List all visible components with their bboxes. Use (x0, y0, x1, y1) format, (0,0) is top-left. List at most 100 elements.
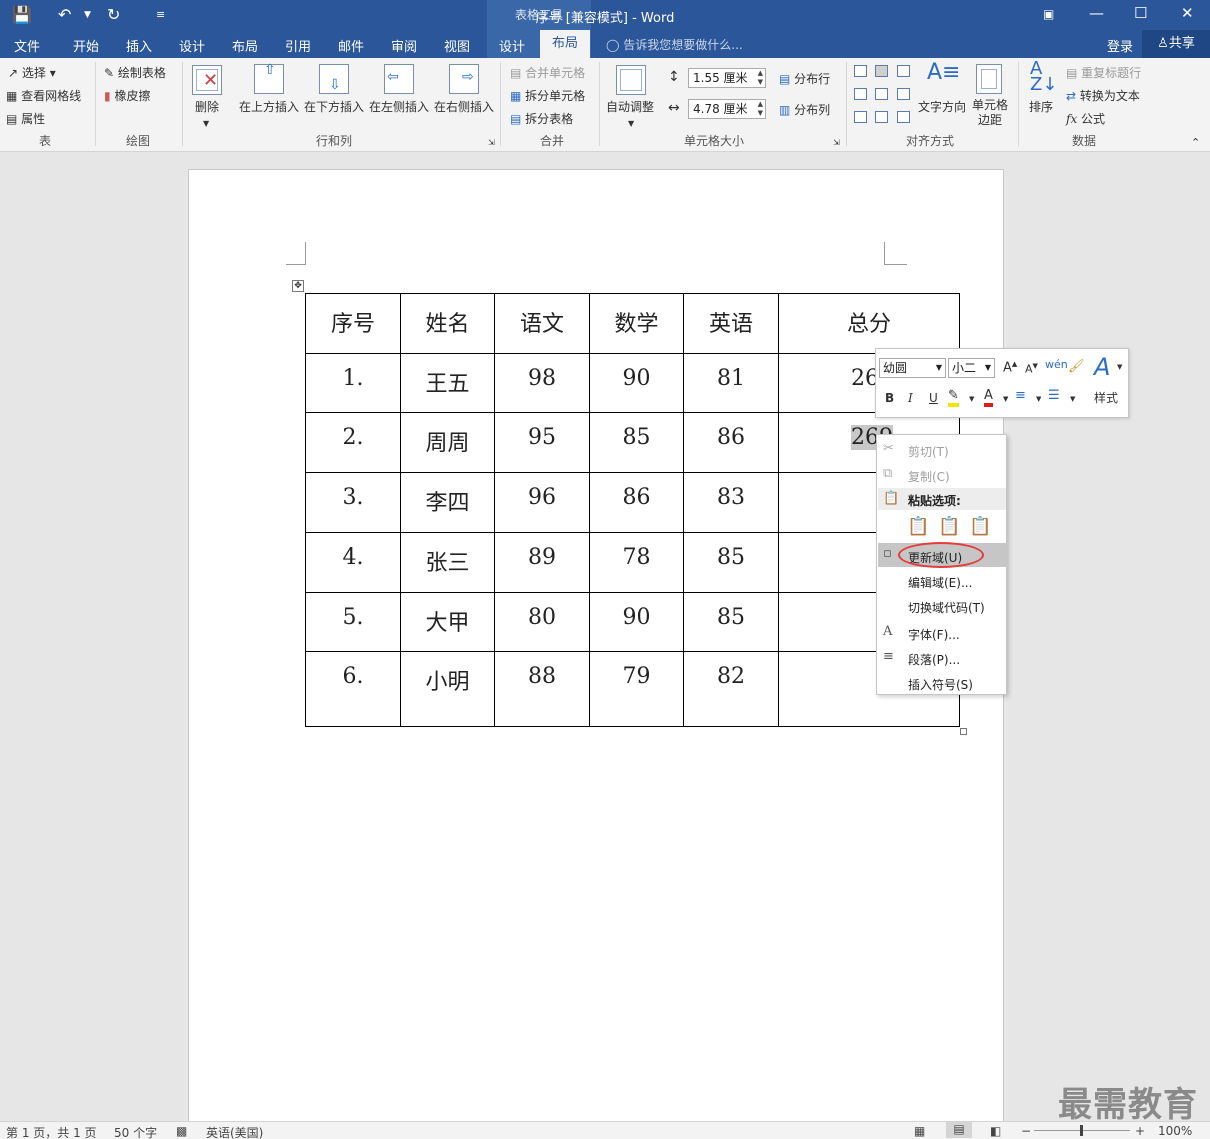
styles-label[interactable]: 样式 (1094, 389, 1118, 406)
align-bottom-right-icon[interactable] (897, 111, 910, 123)
table-cell[interactable]: 83 (683, 472, 779, 533)
split-table-button[interactable]: ▤ 拆分表格 (510, 110, 573, 127)
table-cell[interactable]: 86 (683, 412, 779, 473)
table-cell[interactable]: 85 (683, 532, 779, 593)
table-cell[interactable]: 王五 (400, 353, 495, 413)
phonetic-guide-icon[interactable]: wén (1045, 358, 1068, 371)
formula-button[interactable]: fx 公式 (1066, 110, 1105, 127)
close-icon[interactable]: ✕ (1181, 4, 1194, 22)
zoom-level[interactable]: 100% (1158, 1124, 1192, 1138)
menu-item-copy[interactable]: 复制(C) (908, 468, 950, 485)
zoom-in-icon[interactable]: + (1135, 1124, 1145, 1138)
styles-dropdown-icon[interactable]: ▼ (1117, 363, 1122, 371)
table-resize-handle[interactable] (960, 728, 967, 735)
menu-item-paragraph[interactable]: 段落(P)... (908, 651, 960, 668)
merge-cells-button[interactable]: ▤ 合并单元格 (510, 64, 585, 81)
convert-to-text-button[interactable]: ⇄ 转换为文本 (1066, 87, 1140, 104)
align-top-left-icon[interactable] (854, 65, 867, 77)
zoom-out-icon[interactable]: − (1021, 1124, 1031, 1138)
autofit-icon[interactable] (616, 65, 646, 95)
row-height-field[interactable]: 1.55 厘米 ▲ ▼ (688, 68, 766, 88)
table-cell[interactable]: 78 (589, 532, 684, 593)
menu-item-edit-field[interactable]: 编辑域(E)... (908, 574, 972, 591)
tab-file[interactable]: 文件 (14, 36, 40, 55)
table-cell[interactable]: 李四 (400, 472, 495, 533)
table-cell[interactable]: 大甲 (400, 592, 495, 652)
shrink-font-icon[interactable]: A▼ (1025, 362, 1038, 376)
select-button[interactable]: ↗ 选择 ▾ (8, 64, 56, 81)
table-cell[interactable]: 周周 (400, 412, 495, 473)
table-cell[interactable]: 82 (683, 651, 779, 727)
cell-size-launcher-icon[interactable]: ⇲ (833, 138, 840, 147)
font-size-select[interactable]: 小二 ▼ (948, 358, 995, 378)
header-cell[interactable]: 数学 (589, 293, 684, 354)
header-cell[interactable]: 英语 (683, 293, 779, 354)
tell-me-search[interactable]: ◯ 告诉我您想要做什么... (606, 36, 743, 53)
italic-button[interactable]: I (908, 391, 913, 405)
underline-button[interactable]: U (929, 391, 938, 405)
table-cell[interactable]: 86 (589, 472, 684, 533)
font-color-icon[interactable]: A (984, 388, 993, 407)
tab-design[interactable]: 设计 (179, 36, 205, 55)
share-button[interactable]: ♙共享 (1142, 30, 1210, 58)
table-cell[interactable]: 90 (589, 353, 684, 413)
menu-item-insert-symbol[interactable]: 插入符号(S) (908, 676, 973, 693)
table-cell[interactable]: 6. (305, 651, 401, 727)
grow-font-icon[interactable]: A▲ (1003, 360, 1017, 375)
table-cell[interactable]: 85 (683, 592, 779, 652)
bullets-icon[interactable]: ≡ (1015, 388, 1026, 403)
cell-margins-icon[interactable] (976, 64, 1002, 94)
view-gridlines-button[interactable]: ▦ 查看网格线 (6, 87, 81, 104)
insert-right-button[interactable]: 在右侧插入 (434, 98, 494, 115)
web-layout-icon[interactable]: ◧ (990, 1124, 1001, 1138)
align-middle-left-icon[interactable] (854, 88, 867, 100)
autofit-button[interactable]: 自动调整 ▼ (606, 98, 654, 129)
menu-item-toggle-field-codes[interactable]: 切换域代码(T) (908, 599, 985, 616)
paste-merge-format-icon[interactable]: 📋 (938, 516, 960, 537)
proofing-icon[interactable]: ▩ (176, 1124, 187, 1138)
tab-layout[interactable]: 布局 (232, 36, 258, 55)
read-mode-icon[interactable]: ▦ (914, 1124, 925, 1138)
sort-button[interactable]: 排序 (1029, 98, 1053, 115)
tab-review[interactable]: 审阅 (391, 36, 417, 55)
highlight-color-icon[interactable]: ✎ (948, 388, 959, 407)
table-cell[interactable]: 2. (305, 412, 401, 473)
header-cell[interactable]: 语文 (494, 293, 590, 354)
spinner-arrows-icon[interactable]: ▲ ▼ (758, 69, 763, 87)
table-cell[interactable]: 96 (494, 472, 590, 533)
column-width-field[interactable]: 4.78 厘米 ▲ ▼ (688, 99, 766, 119)
language[interactable]: 英语(美国) (206, 1124, 263, 1139)
table-cell[interactable]: 张三 (400, 532, 495, 593)
table-cell[interactable]: 5. (305, 592, 401, 652)
header-cell[interactable]: 姓名 (400, 293, 495, 354)
table-cell[interactable]: 88 (494, 651, 590, 727)
table-cell[interactable]: 89 (494, 532, 590, 593)
sort-icon[interactable]: A Z↓ (1030, 60, 1057, 94)
spinner-arrows-icon[interactable]: ▲ ▼ (758, 100, 763, 118)
cell-margins-button[interactable]: 单元格 边距 (972, 98, 1008, 128)
table-cell[interactable]: 小明 (400, 651, 495, 727)
page-count[interactable]: 第 1 页，共 1 页 (6, 1124, 97, 1139)
align-bottom-center-icon[interactable] (875, 111, 888, 123)
word-count[interactable]: 50 个字 (114, 1124, 157, 1139)
align-top-center-icon[interactable] (875, 65, 888, 77)
numbering-icon[interactable]: ☰ (1048, 388, 1060, 403)
zoom-slider-thumb[interactable] (1080, 1125, 1083, 1136)
properties-button[interactable]: ▤ 属性 (6, 110, 45, 127)
menu-item-font[interactable]: 字体(F)... (908, 626, 960, 643)
eraser-button[interactable]: ▮ 橡皮擦 (104, 87, 150, 104)
insert-left-button[interactable]: 在左侧插入 (369, 98, 429, 115)
table-cell[interactable]: 81 (683, 353, 779, 413)
align-top-right-icon[interactable] (897, 65, 910, 77)
repeat-header-button[interactable]: ▤ 重复标题行 (1066, 64, 1141, 81)
insert-left-icon[interactable]: ⇦ (384, 64, 414, 94)
table-cell[interactable]: 3. (305, 472, 401, 533)
tab-table-layout[interactable]: 布局 (540, 30, 590, 58)
bullets-dropdown-icon[interactable]: ▼ (1036, 395, 1041, 403)
insert-right-icon[interactable]: ⇨ (449, 64, 479, 94)
table-cell[interactable]: 1. (305, 353, 401, 413)
tab-home[interactable]: 开始 (73, 36, 99, 55)
text-direction-button[interactable]: 文字方向 (918, 98, 966, 115)
align-middle-center-icon[interactable] (875, 88, 888, 100)
tab-view[interactable]: 视图 (444, 36, 470, 55)
